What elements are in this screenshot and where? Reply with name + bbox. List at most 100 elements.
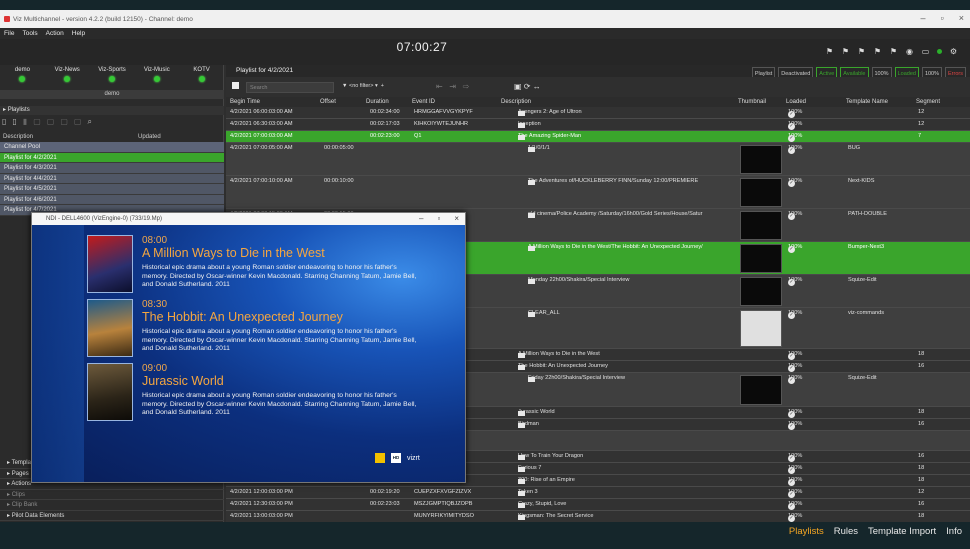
channel-3[interactable]: Viz-Music [134, 65, 179, 89]
col-description[interactable]: Description [501, 97, 531, 107]
refresh-icons[interactable]: ▣ ⟳ ↔ [514, 82, 541, 91]
print-icon[interactable]: ▢ [60, 117, 68, 127]
section-clips[interactable]: ▸ Clips [0, 490, 224, 500]
table-row[interactable]: 4/2/2021 07:00:05:00 AM 00:00:05:00 1/1/0/… [226, 143, 970, 176]
playlists-header[interactable]: ▸ Playlists [0, 106, 224, 115]
col-segment[interactable]: Segment [916, 97, 940, 107]
menu-help[interactable]: Help [72, 30, 85, 37]
preview-close-icon[interactable]: × [454, 213, 459, 225]
cell-segment: 16 [918, 363, 925, 369]
tab-playlists[interactable]: Playlists [789, 526, 824, 537]
close-icon[interactable]: × [959, 13, 964, 23]
playlist-item[interactable]: Playlist for 4/3/2021 [0, 163, 224, 174]
cell-segment: 16 [918, 453, 925, 459]
channel-icon-5[interactable]: ⚑ [889, 47, 898, 56]
cell-description: Crazy, Stupid, Love [518, 501, 566, 508]
filter-label: <no filter> [348, 83, 374, 89]
preview-minimize-icon[interactable]: – [419, 213, 423, 225]
col-begin-time[interactable]: Begin Time [230, 97, 260, 107]
channel-4[interactable]: KOTV [179, 65, 224, 89]
cell-begin: 4/2/2021 12:30:03:00 PM [230, 501, 293, 507]
tab-template-import[interactable]: Template Import [868, 526, 936, 537]
menu-tools[interactable]: Tools [22, 30, 37, 37]
col-updated[interactable]: Updated [138, 134, 161, 142]
col-offset[interactable]: Offset [320, 97, 336, 107]
action-icons[interactable]: ⇤ ⇥ ⇨ [436, 82, 469, 91]
table-row[interactable]: 4/2/2021 12:30:03:00 PM 00:02:23:03 MSZJGM… [226, 499, 970, 511]
col-template-name[interactable]: Template Name [846, 97, 888, 107]
copy-playlist-icon[interactable]: ▯ [12, 117, 16, 127]
section-pilot-data-elements[interactable]: ▸ Pilot Data Elements [0, 511, 224, 521]
channel-icon-1[interactable]: ⚑ [825, 47, 834, 56]
selected-channel[interactable]: demo [0, 90, 224, 99]
channel-icon-2[interactable]: ⚑ [841, 47, 850, 56]
channel-icon-3[interactable]: ⚑ [857, 47, 866, 56]
cell-offset: 00:00:05:00 [324, 145, 354, 151]
channel-status-led [108, 76, 115, 82]
tab-info[interactable]: Info [946, 526, 962, 537]
check-icon: ✓ [788, 503, 795, 510]
col-loaded[interactable]: Loaded [786, 97, 806, 107]
cell-event: MSZJGMPTIQBJZOPB [414, 501, 473, 507]
maximize-icon[interactable]: ▫ [941, 13, 944, 23]
delete-icon[interactable]: ▮ [23, 117, 27, 127]
filter-dropdown[interactable]: ▼ <no filter> ▾ + [342, 83, 384, 89]
folder-icon [518, 411, 525, 416]
table-row[interactable]: 4/2/2021 07:00:10:00 AM 00:00:10:00 The Ad… [226, 176, 970, 209]
cell-loaded: ✓ 100% [788, 244, 802, 253]
new-playlist-icon[interactable]: ▯ [2, 117, 6, 127]
col-description[interactable]: Description [3, 134, 138, 142]
save-icon[interactable]: ▢ [74, 117, 82, 127]
section-label: Pilot Data Elements [11, 512, 65, 519]
playlist-item[interactable]: Playlist for 4/2/2021 [0, 152, 224, 163]
playlist-item[interactable]: Playlist for 4/4/2021 [0, 173, 224, 184]
cell-loaded: ✓ 100% [788, 121, 802, 130]
preview-maximize-icon[interactable]: ▫ [437, 213, 440, 225]
col-event-id[interactable]: Event ID [412, 97, 435, 107]
folder-icon [518, 479, 525, 484]
channel-1[interactable]: Viz-News [45, 65, 90, 89]
section-clip-bank[interactable]: ▸ Clip Bank [0, 500, 224, 511]
cell-duration: 00:02:34:00 [370, 109, 400, 115]
cell-segment: 7 [918, 133, 922, 139]
tab-rules[interactable]: Rules [834, 526, 858, 537]
playlist-list: Channel Pool Playlist for 4/2/2021 Playlis… [0, 142, 224, 216]
cell-loaded: ✓ 100% [788, 375, 802, 384]
table-row[interactable]: 4/2/2021 07:00:03:00 AM 00:02:23:00 Q1 The … [226, 131, 970, 143]
search-input[interactable]: Search [246, 82, 334, 93]
channel-2[interactable]: Viz-Sports [90, 65, 135, 89]
channel-status-led [198, 76, 205, 82]
menu-bar: File Tools Action Help [0, 28, 970, 39]
record-icon[interactable]: ◉ [905, 47, 914, 56]
description-text: The Adventures of/HUCKLEBERRY FINN/Sunda… [528, 178, 699, 184]
table-row[interactable]: 4/2/2021 06:30:03:00 AM 00:02:17:03 KIHKOI… [226, 119, 970, 131]
channel-0[interactable]: demo [0, 65, 45, 89]
gear-icon[interactable]: ⚙ [949, 47, 958, 56]
table-row[interactable]: 4/2/2021 12:00:03:00 PM 00:02:19:20 CUEPZX… [226, 487, 970, 499]
clock: 07:00:27 [396, 40, 448, 54]
search-icon[interactable]: ⌕ [87, 117, 91, 127]
cell-description: 1/1/0/1/1 [528, 145, 550, 152]
minimize-icon[interactable]: – [921, 13, 926, 23]
col-thumbnail[interactable]: Thumbnail [738, 97, 766, 107]
section-label: Pages [11, 470, 29, 477]
channel-icon-4[interactable]: ⚑ [873, 47, 882, 56]
menu-action[interactable]: Action [46, 30, 64, 37]
stop-icon[interactable] [232, 82, 239, 89]
playlist-item[interactable]: Playlist for 4/5/2021 [0, 184, 224, 195]
program-time: 08:00 [142, 235, 168, 246]
playlist-item[interactable]: Playlist for 4/6/2021 [0, 194, 224, 205]
col-duration[interactable]: Duration [366, 97, 389, 107]
cell-loaded: ✓ 100% [788, 489, 802, 498]
table-row[interactable]: 4/2/2021 06:00:03:00 AM 00:02:34:00 HRMGGA… [226, 107, 970, 119]
monitor-icon[interactable]: ▭ [921, 47, 930, 56]
ndi-preview-window[interactable]: NDI - DELL4600 (VizEngine-0) (733/19.Mp)… [31, 212, 466, 483]
preview-canvas: HD vizrt 08:00 A Million Ways to Die in t… [32, 225, 465, 482]
top-toolbar: ⚑ ⚑ ⚑ ⚑ ⚑ ◉ ▭ ⚙ [825, 47, 958, 56]
playlist-item[interactable]: Channel Pool [0, 142, 224, 153]
export-icon[interactable]: ▢ [33, 117, 41, 127]
import-icon[interactable]: ▢ [47, 117, 55, 127]
description-text: A Million Ways to Die in the West [518, 351, 600, 357]
check-icon: ✓ [788, 455, 795, 462]
menu-file[interactable]: File [4, 30, 14, 37]
